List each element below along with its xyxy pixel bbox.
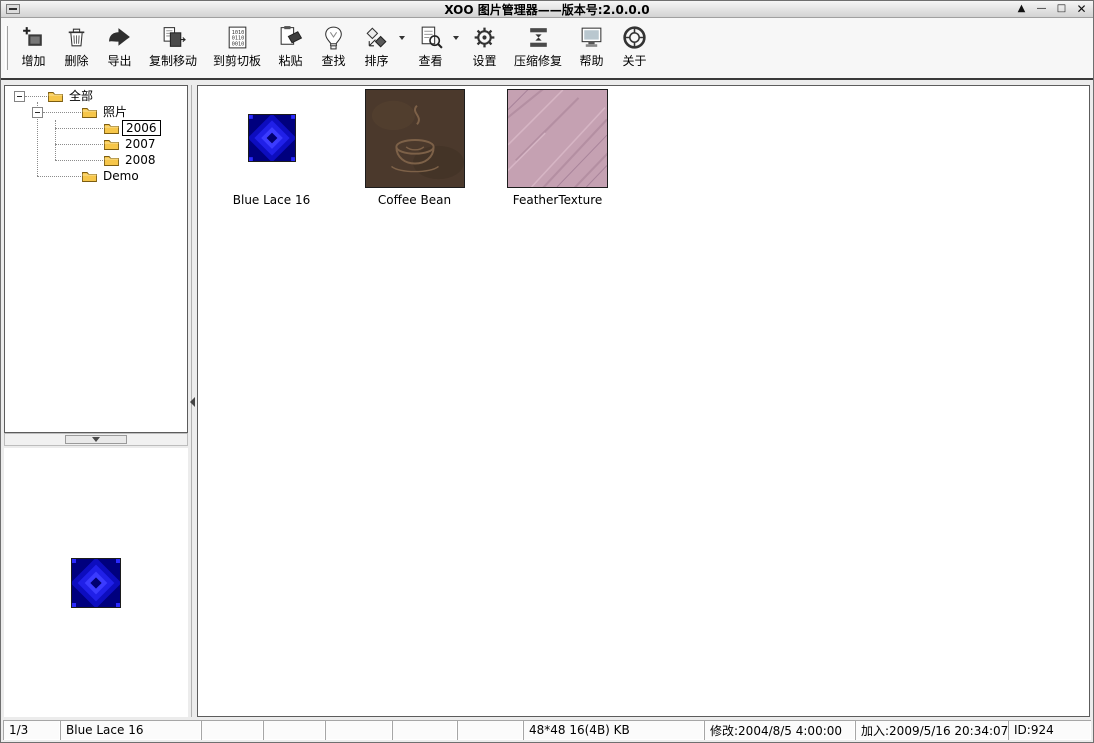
toolbar-grip[interactable] (5, 26, 8, 70)
status-empty-3 (325, 720, 392, 740)
feather-texture-image (507, 89, 608, 188)
tree-preview-splitter[interactable] (4, 433, 188, 446)
status-added-date: 加入:2009/5/16 20:34:07 (855, 720, 1008, 740)
folder-tree-panel: 全部 照片 2006 2007 (4, 85, 188, 433)
minimize-button[interactable]: — (1035, 3, 1048, 15)
tree-node-2008[interactable]: 2008 (5, 152, 187, 168)
tree-node-label: 2007 (122, 137, 159, 151)
tree-node-label-selected: 2006 (122, 120, 161, 136)
status-empty-2 (263, 720, 325, 740)
paste-icon (277, 24, 304, 51)
app-window: XOO 图片管理器——版本号:2.0.0.0 ▲ — □ ✕ 增加 (0, 0, 1094, 743)
about-button[interactable]: 关于 (613, 20, 656, 78)
svg-text:0010: 0010 (231, 41, 244, 47)
preview-image-blue-lace (71, 558, 121, 608)
thumbnail-coffee-bean[interactable]: Coffee Bean (343, 88, 486, 207)
tree-node-photos[interactable]: 照片 (5, 104, 187, 120)
blue-lace-image (248, 114, 296, 162)
tree-node-label: Demo (100, 169, 142, 183)
tree-node-label: 全部 (66, 89, 96, 103)
compress-repair-icon (525, 24, 552, 51)
sort-button[interactable]: 排序 (355, 20, 398, 78)
collapse-icon[interactable] (32, 107, 43, 118)
thumbnail-label: Blue Lace 16 (233, 193, 310, 207)
sidebar-collapse-handle[interactable] (188, 390, 197, 414)
delete-icon (63, 24, 90, 51)
thumbnail-panel: Blue Lace 16 Coffee Bean FeatherTexture (197, 85, 1090, 717)
chevron-down-icon (92, 437, 100, 442)
tree-node-2007[interactable]: 2007 (5, 136, 187, 152)
sort-icon (363, 24, 390, 51)
view-icon (417, 24, 444, 51)
settings-icon (471, 24, 498, 51)
shade-button[interactable]: ▲ (1015, 3, 1028, 15)
add-button[interactable]: 增加 (12, 20, 55, 78)
chevron-left-icon (190, 397, 195, 407)
folder-icon (82, 170, 97, 182)
folder-icon (104, 122, 119, 134)
tree-node-2006[interactable]: 2006 (5, 120, 187, 136)
paste-button[interactable]: 粘贴 (269, 20, 312, 78)
main-toolbar: 增加 删除 导出 复制移动 (1, 18, 1093, 80)
status-empty-1 (201, 720, 263, 740)
window-title: XOO 图片管理器——版本号:2.0.0.0 (1, 1, 1093, 18)
sort-dropdown-arrow[interactable] (398, 20, 409, 78)
status-empty-5 (457, 720, 523, 740)
content-area: 全部 照片 2006 2007 (1, 80, 1093, 720)
tree-node-label: 照片 (100, 105, 130, 119)
find-button[interactable]: 查找 (312, 20, 355, 78)
close-button[interactable]: ✕ (1075, 3, 1088, 15)
clipboard-icon: 1010 0110 0010 (224, 24, 251, 51)
settings-button[interactable]: 设置 (463, 20, 506, 78)
to-clipboard-button[interactable]: 1010 0110 0010 到剪切板 (205, 20, 269, 78)
status-bar: 1/3 Blue Lace 16 48*48 16(4B) KB 修改:2004… (3, 720, 1091, 740)
status-image-size: 48*48 16(4B) KB (523, 720, 704, 740)
thumbnail-blue-lace[interactable]: Blue Lace 16 (200, 88, 343, 207)
collapse-icon[interactable] (14, 91, 25, 102)
folder-icon (104, 154, 119, 166)
status-image-id: ID:924 (1008, 720, 1091, 740)
coffee-bean-image (365, 89, 465, 188)
find-icon (320, 24, 347, 51)
status-modified-date: 修改:2004/8/5 4:00:00 (704, 720, 855, 740)
tree-node-label: 2008 (122, 153, 159, 167)
view-dropdown-arrow[interactable] (452, 20, 463, 78)
thumbnail-label: Coffee Bean (378, 193, 451, 207)
delete-button[interactable]: 删除 (55, 20, 98, 78)
folder-icon (82, 106, 97, 118)
status-empty-4 (392, 720, 457, 740)
folder-icon (48, 90, 63, 102)
view-button[interactable]: 查看 (409, 20, 452, 78)
folder-icon (104, 138, 119, 150)
preview-panel (4, 448, 188, 717)
help-icon (578, 24, 605, 51)
thumbnail-label: FeatherTexture (513, 193, 603, 207)
maximize-button[interactable]: □ (1055, 3, 1068, 15)
title-bar: XOO 图片管理器——版本号:2.0.0.0 ▲ — □ ✕ (1, 1, 1093, 18)
compress-repair-button[interactable]: 压缩修复 (506, 20, 570, 78)
status-selected-name: Blue Lace 16 (60, 720, 201, 740)
thumbnail-grid: Blue Lace 16 Coffee Bean FeatherTexture (198, 86, 1089, 207)
help-button[interactable]: 帮助 (570, 20, 613, 78)
status-page-index: 1/3 (3, 720, 60, 740)
copy-move-icon (160, 24, 187, 51)
export-button[interactable]: 导出 (98, 20, 141, 78)
thumbnail-feather-texture[interactable]: FeatherTexture (486, 88, 629, 207)
copy-move-button[interactable]: 复制移动 (141, 20, 205, 78)
tree-node-all[interactable]: 全部 (5, 88, 187, 104)
export-icon (106, 24, 133, 51)
folder-tree: 全部 照片 2006 2007 (5, 86, 187, 432)
splitter-collapse-button[interactable] (65, 435, 127, 444)
tree-node-demo[interactable]: Demo (5, 168, 187, 184)
add-icon (20, 24, 47, 51)
about-icon (621, 24, 648, 51)
